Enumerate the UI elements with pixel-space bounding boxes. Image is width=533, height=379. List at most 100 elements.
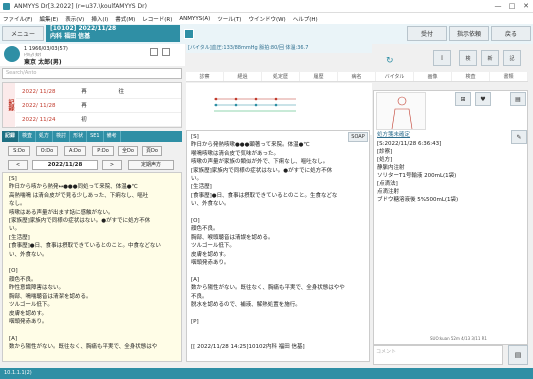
tab-keijo[interactable]: 形状 bbox=[70, 131, 88, 142]
vital-tab[interactable]: バイタル bbox=[376, 72, 414, 81]
body-diagram-svg bbox=[391, 96, 413, 130]
menu-button[interactable]: メニュー bbox=[2, 26, 44, 41]
menu-item[interactable]: ANMYYS(A) bbox=[179, 16, 210, 22]
body-diagram[interactable] bbox=[376, 92, 426, 130]
app-icon bbox=[3, 3, 10, 10]
tab-shoho[interactable]: 処方 bbox=[36, 131, 54, 142]
menu-item[interactable]: 編集(E) bbox=[39, 15, 58, 23]
vital-tab[interactable]: 履歴 bbox=[300, 72, 338, 81]
detail-icon[interactable] bbox=[150, 48, 158, 56]
soap-text-left[interactable]: [S] 昨日から咳から熱発↔●●●同処って来院、体温●℃ 高熱喘鳴 は清合皮がで… bbox=[2, 172, 182, 362]
avatar-icon bbox=[4, 46, 20, 62]
o-do-button[interactable]: O:Do bbox=[36, 146, 58, 156]
history-date: 2022/ 11/28 bbox=[22, 89, 56, 95]
soap-text-main[interactable]: [S] 昨日から発熱咳嗽●●●顕著って来院。体温●℃ 喉鳴咳嗽は清合皮で気味があ… bbox=[186, 130, 370, 362]
grid-icon[interactable]: ⊞ bbox=[455, 92, 471, 106]
refresh-icon[interactable]: ↻ bbox=[386, 56, 394, 66]
record-tabs: 記録 検査 処方 検討 形状 SE1 備考 bbox=[2, 131, 182, 142]
history-side-label: 記録 bbox=[3, 83, 15, 127]
menu-item[interactable]: 書式(M) bbox=[115, 15, 135, 23]
minimize-button[interactable]: — bbox=[491, 0, 505, 13]
menu-item[interactable]: 表示(V) bbox=[65, 15, 84, 23]
chart-point bbox=[254, 97, 258, 101]
history-row[interactable]: 2022/ 11/24 初 bbox=[16, 113, 181, 127]
close-button[interactable]: ✕ bbox=[519, 0, 533, 13]
s-do-button[interactable]: S:Do bbox=[8, 146, 30, 156]
prescription-title[interactable]: 処方箋未確定 bbox=[377, 130, 410, 138]
menu-item[interactable]: ウインドウ(W) bbox=[248, 15, 285, 23]
window-title: ANMYYS Dr[3.2022] (r=u37.\koulfAMYYS Dr) bbox=[14, 2, 147, 10]
history-date: 2022/ 11/24 bbox=[22, 117, 56, 123]
patient-bar-line1: [10102] 2022/11/28 bbox=[50, 25, 117, 32]
vital-tab[interactable]: 処定歴 bbox=[262, 72, 300, 81]
doc-button[interactable]: ▯ bbox=[433, 50, 451, 66]
kensa-button[interactable]: 検 bbox=[459, 50, 477, 66]
title-bar: ANMYYS Dr[3.2022] (r=u37.\koulfAMYYS Dr)… bbox=[0, 0, 533, 13]
heart-icon[interactable]: ♥ bbox=[475, 92, 491, 106]
history-list: 記録 2022/ 11/28 再 往 2022/ 11/28 再 2022/ 1… bbox=[2, 82, 182, 128]
menu-item[interactable]: レコード(R) bbox=[142, 15, 172, 23]
vital-tab[interactable]: 病名 bbox=[338, 72, 376, 81]
chart-point bbox=[214, 97, 218, 101]
ki-button[interactable]: 記 bbox=[503, 50, 521, 66]
history-row[interactable]: 2022/ 11/28 再 往 bbox=[16, 85, 181, 99]
windows-icon[interactable] bbox=[184, 29, 194, 39]
shin-button[interactable]: 新 bbox=[481, 50, 499, 66]
page-do-button[interactable]: 頁Do bbox=[142, 146, 162, 156]
tab-kento[interactable]: 検討 bbox=[53, 131, 71, 142]
maximize-button[interactable]: □ bbox=[505, 0, 519, 13]
chart-point bbox=[254, 103, 258, 107]
tab-kensa[interactable]: 検査 bbox=[19, 131, 37, 142]
back-button[interactable]: 戻る bbox=[491, 26, 531, 41]
vitals-chart bbox=[186, 83, 372, 135]
history-row[interactable]: 2022/ 11/28 再 bbox=[16, 99, 181, 113]
tab-biko[interactable]: 備考 bbox=[104, 131, 121, 142]
patient-name: 東京 太郎(男) bbox=[24, 59, 62, 66]
history-kind: 再 bbox=[81, 103, 87, 109]
vitals-chart-svg bbox=[186, 87, 296, 112]
menu-bar: ファイル(F) 編集(E) 表示(V) 挿入(I) 書式(M) レコード(R) ANMYYS… bbox=[0, 13, 533, 24]
prescription-text: [S:2022/11/28 6:36:43] [診察] [処方] 静脈内注射 ソ… bbox=[377, 141, 459, 203]
status-bar: 10.1.1.1(2) bbox=[0, 368, 533, 379]
chart-point bbox=[234, 97, 238, 101]
body-head bbox=[397, 96, 407, 106]
document-icon[interactable]: ▤ bbox=[508, 345, 528, 365]
menu-item[interactable]: 挿入(I) bbox=[91, 15, 108, 23]
prescription-footer: SUO:kuan 52m 4/13 3/11 R1 bbox=[430, 336, 487, 341]
edit-icon[interactable] bbox=[162, 48, 170, 56]
vital-tab[interactable]: 検査 bbox=[452, 72, 490, 81]
tab-kiroku[interactable]: 記録 bbox=[2, 131, 20, 142]
date-next-button[interactable]: > bbox=[102, 160, 122, 170]
tab-se1[interactable]: SE1 bbox=[87, 131, 104, 142]
a-do-button[interactable]: A:Do bbox=[64, 146, 86, 156]
shiji-button[interactable]: 指示依頼 bbox=[449, 26, 489, 41]
menu-item[interactable]: ツール(T) bbox=[217, 15, 241, 23]
vitals-tabs: 診察 経過 処定歴 履歴 病名 バイタル 画像 検査 書類 bbox=[186, 72, 528, 82]
menu-item[interactable]: ファイル(F) bbox=[3, 15, 32, 23]
history-extra: 往 bbox=[118, 89, 124, 95]
chart-point bbox=[274, 97, 278, 101]
all-do-button[interactable]: 全Do bbox=[118, 146, 138, 156]
comment-input[interactable]: コメント bbox=[373, 345, 503, 365]
patient-bar: [10102] 2022/11/28 内科 福田 信基 bbox=[46, 25, 180, 42]
teiki-button[interactable]: 定期声方 bbox=[128, 160, 174, 170]
chart-label-cell bbox=[186, 87, 210, 111]
memo-icon[interactable]: ▤ bbox=[510, 92, 526, 106]
history-kind: 再 bbox=[81, 89, 87, 95]
soap-badge[interactable]: SOAP bbox=[348, 132, 368, 142]
search-input[interactable]: Search/Anto bbox=[2, 68, 182, 79]
chart-point bbox=[234, 103, 238, 107]
p-do-button[interactable]: P:Do bbox=[92, 146, 114, 156]
body-torso bbox=[391, 108, 413, 130]
vitals-header: [バイタル]血圧:133/88mmHg 脈拍:80/回 体温:36.7 bbox=[186, 44, 372, 53]
vital-tab[interactable]: 診察 bbox=[186, 72, 224, 81]
chart-point bbox=[214, 103, 218, 107]
uketsuke-button[interactable]: 受付 bbox=[407, 26, 447, 41]
vital-tab[interactable]: 画像 bbox=[414, 72, 452, 81]
menu-item[interactable]: ヘルプ(H) bbox=[293, 15, 318, 23]
vital-tab[interactable]: 経過 bbox=[224, 72, 262, 81]
date-field[interactable]: 2022/11/28 bbox=[32, 160, 98, 170]
date-prev-button[interactable]: < bbox=[8, 160, 28, 170]
vital-tab[interactable]: 書類 bbox=[490, 72, 528, 81]
pencil-icon[interactable]: ✎ bbox=[511, 130, 527, 144]
